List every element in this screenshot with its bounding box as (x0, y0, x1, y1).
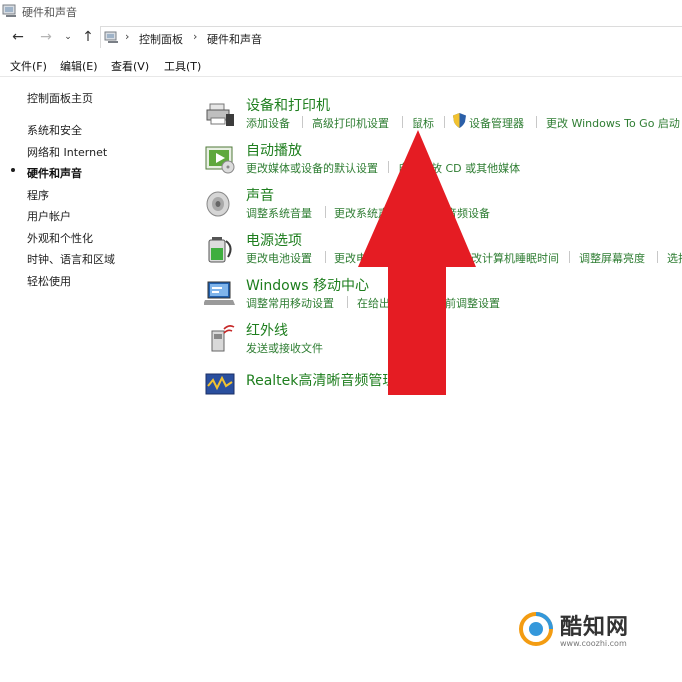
uac-shield-icon (453, 113, 466, 128)
link-separator (657, 251, 658, 263)
link-separator (569, 251, 570, 263)
address-bar: ← → ⌄ ↑ › 控制面板 › 硬件和声音 (0, 24, 682, 50)
breadcrumb-chevron-icon: › (125, 30, 130, 43)
link-separator (325, 206, 326, 218)
link-mouse[interactable]: 鼠标 (412, 115, 434, 131)
speaker-icon (206, 191, 230, 217)
category-title-autoplay[interactable]: 自动播放 (246, 140, 302, 160)
link-send-receive-files[interactable]: 发送或接收文件 (246, 340, 323, 356)
active-bullet-icon (11, 168, 15, 172)
link-add-device[interactable]: 添加设备 (246, 115, 290, 131)
red-arrow-annotation-icon (358, 130, 476, 395)
sidebar-item-appearance[interactable]: 外观和个性化 (27, 230, 93, 246)
link-separator (414, 206, 415, 218)
title-bar: 硬件和声音 (0, 0, 682, 22)
menu-edit[interactable]: 编辑(E) (60, 58, 98, 74)
category-title-devices-printers[interactable]: 设备和打印机 (246, 95, 330, 115)
link-choose[interactable]: 选择 (667, 250, 682, 266)
link-separator (302, 116, 303, 128)
link-separator (325, 251, 326, 263)
sidebar-home-link[interactable]: 控制面板主页 (27, 90, 93, 106)
realtek-audio-icon (205, 373, 235, 395)
sidebar-item-user-accounts[interactable]: 用户帐户 (27, 208, 71, 224)
infrared-icon (211, 325, 235, 352)
menu-bar: 文件(F) 编辑(E) 查看(V) 工具(T) (0, 54, 682, 77)
laptop-mobility-icon (204, 281, 235, 305)
link-screen-brightness[interactable]: 调整屏幕亮度 (579, 250, 645, 266)
link-separator (450, 251, 451, 263)
printer-icon (206, 103, 234, 126)
category-title-infrared[interactable]: 红外线 (246, 320, 288, 340)
link-separator (402, 116, 403, 128)
breadcrumb-control-panel[interactable]: 控制面板 (139, 31, 183, 47)
watermark-url: www.coozhi.com (560, 639, 627, 648)
sidebar-item-system-security[interactable]: 系统和安全 (27, 122, 82, 138)
link-separator (347, 296, 348, 308)
link-device-manager[interactable]: 设备管理器 (469, 115, 524, 131)
link-change-system-sounds[interactable]: 更改系统声音 (334, 205, 400, 221)
link-mobility-settings[interactable]: 调整常用移动设置 (246, 295, 334, 311)
forward-arrow-icon[interactable]: → (38, 28, 54, 46)
control-panel-icon (2, 4, 16, 17)
coozhi-logo-icon (519, 612, 553, 646)
link-separator (388, 161, 389, 173)
link-advanced-printer-settings[interactable]: 高级打印机设置 (312, 115, 389, 131)
link-manage-audio-devices[interactable]: 管理音频设备 (424, 205, 490, 221)
link-power-button[interactable]: 更改电源按钮的功能 (334, 250, 433, 266)
watermark-name: 酷知网 (560, 615, 630, 640)
link-autoplay-cd[interactable]: 自动播放 CD 或其他媒体 (398, 160, 520, 176)
menu-view[interactable]: 查看(V) (111, 58, 149, 74)
address-box[interactable]: › 控制面板 › 硬件和声音 (100, 26, 682, 48)
sidebar-item-programs[interactable]: 程序 (27, 187, 49, 203)
link-windows-to-go[interactable]: 更改 Windows To Go 启动 (546, 115, 680, 131)
category-title-realtek[interactable]: Realtek高清晰音频管理器 (246, 370, 410, 390)
link-battery-settings[interactable]: 更改电池设置 (246, 250, 312, 266)
breadcrumb-chevron-icon: › (193, 30, 198, 43)
back-arrow-icon[interactable]: ← (10, 28, 26, 46)
link-change-media-defaults[interactable]: 更改媒体或设备的默认设置 (246, 160, 378, 176)
menu-tools[interactable]: 工具(T) (164, 58, 201, 74)
battery-power-icon (208, 237, 232, 263)
sidebar-item-hardware-sound[interactable]: 硬件和声音 (27, 165, 82, 181)
breadcrumb-hardware-sound[interactable]: 硬件和声音 (207, 31, 262, 47)
control-panel-icon (104, 31, 118, 43)
link-sleep-time[interactable]: 更改计算机睡眠时间 (460, 250, 559, 266)
sidebar-item-ease-of-access[interactable]: 轻松使用 (27, 273, 71, 289)
autoplay-icon (205, 146, 235, 174)
category-title-power-options[interactable]: 电源选项 (246, 230, 302, 250)
link-adjust-volume[interactable]: 调整系统音量 (246, 205, 312, 221)
link-presentation-settings[interactable]: 在给出演示文稿之前调整设置 (357, 295, 500, 311)
up-arrow-icon[interactable]: ↑ (80, 28, 96, 46)
menu-file[interactable]: 文件(F) (10, 58, 47, 74)
window-title: 硬件和声音 (22, 6, 77, 19)
sidebar-item-network[interactable]: 网络和 Internet (27, 144, 107, 160)
recent-chevron-down-icon[interactable]: ⌄ (60, 28, 76, 46)
category-title-sound[interactable]: 声音 (246, 185, 274, 205)
link-separator (536, 116, 537, 128)
sidebar-item-clock-region[interactable]: 时钟、语言和区域 (27, 251, 115, 267)
link-separator (444, 116, 445, 128)
category-title-mobility-center[interactable]: Windows 移动中心 (246, 275, 369, 295)
watermark: 酷知网 www.coozhi.com (518, 607, 638, 657)
